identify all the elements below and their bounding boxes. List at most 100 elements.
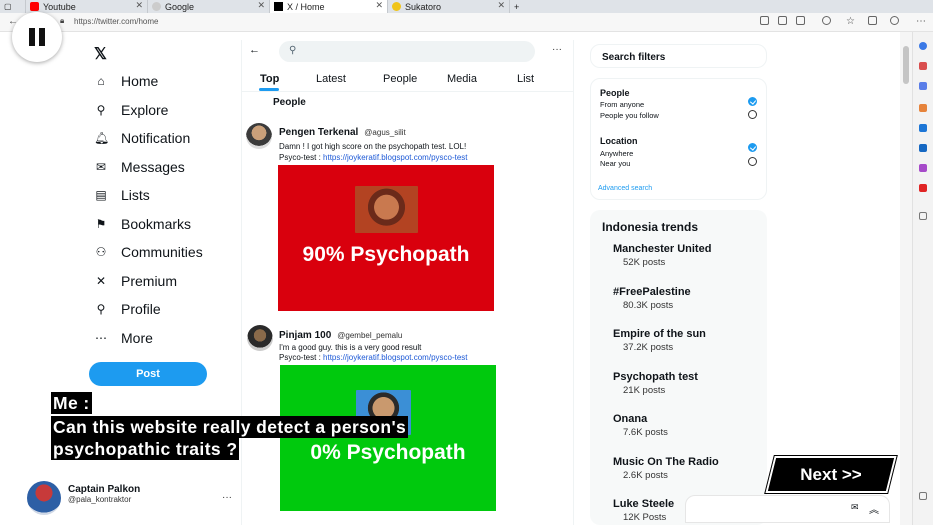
trend-name[interactable]: Empire of the sun — [613, 328, 706, 340]
tab-title: Youtube — [43, 1, 76, 12]
sidebar-item-home[interactable]: ⌂ Home — [94, 71, 158, 91]
radio-people-you-follow[interactable] — [748, 110, 757, 119]
trend-name[interactable]: #FreePalestine — [613, 286, 691, 298]
tweet-media-card[interactable]: 90% Psychopath — [278, 165, 494, 311]
next-button-label: Next >> — [800, 465, 862, 484]
close-icon[interactable]: ✕ — [375, 0, 383, 11]
account-more-icon[interactable]: ··· — [222, 492, 232, 503]
user-handle: @pala_kontraktor — [68, 495, 132, 504]
tweet-link[interactable]: https://joykeratif.blogspot.com/pysco-te… — [323, 353, 468, 362]
plus-icon: + — [514, 1, 520, 12]
sidebar-item-more[interactable]: ⋯ More — [94, 328, 153, 348]
new-tab-button[interactable]: + — [510, 0, 532, 13]
lock-icon[interactable]: 🔒︎ — [60, 16, 64, 26]
browser-sidebar — [912, 32, 933, 525]
tweet-media-card[interactable]: 0% Psychopath — [280, 365, 496, 511]
tab-actions[interactable]: ▢ — [0, 0, 26, 13]
tweet-author[interactable]: Pinjam 100 @gembel_pemalu — [279, 330, 402, 341]
tweet-avatar[interactable] — [247, 325, 273, 351]
filter-option-people-you-follow[interactable]: People you follow — [600, 111, 659, 120]
scrollbar-thumb[interactable] — [903, 46, 909, 84]
tab-list[interactable]: List — [517, 73, 534, 85]
list-icon: ▤ — [95, 188, 107, 202]
filter-option-anywhere[interactable]: Anywhere — [600, 149, 633, 158]
browser-tab-google[interactable]: Google ✕ — [148, 0, 270, 13]
page-scrollbar[interactable] — [900, 32, 912, 525]
messages-drawer[interactable]: ✉ ︽ — [685, 495, 890, 523]
search-input[interactable]: ⚲ — [279, 41, 535, 62]
trend-name[interactable]: Manchester United — [613, 243, 711, 255]
trend-name[interactable]: Onana — [613, 413, 647, 425]
favorites-icon[interactable]: ☆ — [846, 16, 855, 27]
sidebar-settings-icon[interactable] — [919, 492, 927, 500]
next-button[interactable]: Next >> — [764, 455, 898, 494]
tab-media[interactable]: Media — [447, 73, 477, 85]
browser-tab-youtube[interactable]: Youtube ✕ — [26, 0, 148, 13]
tools-icon[interactable] — [919, 82, 927, 90]
search-more-icon[interactable]: ··· — [552, 44, 562, 55]
sidebar-item-premium[interactable]: ✕ Premium — [94, 271, 177, 291]
office-icon[interactable] — [919, 144, 927, 152]
trend-name[interactable]: Music On The Radio — [613, 456, 719, 468]
x-logo-icon[interactable]: 𝕏 — [94, 44, 107, 64]
pause-button[interactable] — [12, 12, 62, 62]
filter-location-title: Location — [600, 136, 638, 146]
reader-icon[interactable] — [760, 16, 769, 25]
filter-option-near-you[interactable]: Near you — [600, 159, 630, 168]
post-button[interactable]: Post — [89, 362, 207, 386]
user-display-name[interactable]: Captain Palkon — [68, 484, 140, 495]
sidebar-item-communities[interactable]: ⚇ Communities — [94, 242, 203, 262]
sidebar-item-lists[interactable]: ▤ Lists — [94, 185, 150, 205]
more-icon[interactable]: ⋯ — [916, 16, 926, 27]
advanced-search-link[interactable]: Advanced search — [598, 185, 652, 192]
close-icon[interactable]: ✕ — [257, 0, 265, 11]
sidebar-item-label: More — [121, 330, 153, 346]
pdf-icon[interactable] — [919, 184, 927, 192]
collections-icon[interactable] — [868, 16, 877, 25]
section-heading-people: People — [273, 97, 306, 108]
tweet-link[interactable]: https://joykeratif.blogspot.com/pysco-te… — [323, 153, 468, 162]
add-icon[interactable] — [919, 212, 927, 220]
close-icon[interactable]: ✕ — [135, 0, 143, 11]
read-aloud-icon[interactable] — [778, 16, 787, 25]
radio-near-you[interactable] — [748, 157, 757, 166]
browser-tab-x-home[interactable]: X / Home ✕ — [270, 0, 388, 13]
apps-icon[interactable] — [796, 16, 805, 25]
extension-icon[interactable] — [822, 16, 831, 25]
games-icon[interactable] — [919, 104, 927, 112]
sidebar-item-bookmarks[interactable]: ⚑ Bookmarks — [94, 214, 191, 234]
sidebar-item-messages[interactable]: ✉ Messages — [94, 157, 185, 177]
search-sidebar-icon[interactable] — [919, 42, 927, 50]
shopping-icon[interactable] — [919, 62, 927, 70]
tweet-author-name[interactable]: Pengen Terkenal — [279, 127, 358, 138]
outlook-icon[interactable] — [919, 124, 927, 132]
tweet-link-line: Psyco-test : https://joykeratif.blogspot… — [279, 352, 468, 363]
address-bar: ← 🔒︎ https://twitter.com/home ☆ ⋯ — [0, 13, 933, 32]
browser-tab-sukatoro[interactable]: Sukatoro ✕ — [388, 0, 510, 13]
designer-icon[interactable] — [919, 164, 927, 172]
radio-from-anyone[interactable] — [748, 97, 757, 106]
tweet-author-name[interactable]: Pinjam 100 — [279, 330, 331, 341]
url-field[interactable]: https://twitter.com/home — [74, 17, 158, 26]
sidebar-item-label: Lists — [121, 187, 150, 203]
profile-avatar-icon[interactable] — [890, 16, 899, 25]
new-message-icon[interactable]: ✉ — [851, 502, 859, 513]
chevron-up-icon[interactable]: ︽ — [869, 501, 879, 516]
tweet-avatar[interactable] — [246, 123, 272, 149]
sidebar-item-explore[interactable]: ⚲ Explore — [94, 100, 169, 120]
tab-top[interactable]: Top — [260, 73, 279, 85]
user-avatar[interactable] — [27, 481, 61, 515]
tweet-author[interactable]: Pengen Terkenal @agus_silit — [279, 127, 406, 138]
close-icon[interactable]: ✕ — [497, 0, 505, 11]
sidebar-item-notification[interactable]: 🔔︎ Notification — [94, 128, 190, 148]
radio-anywhere[interactable] — [748, 143, 757, 152]
tab-latest[interactable]: Latest — [316, 73, 346, 85]
tab-actions-icon: ▢ — [4, 2, 12, 11]
tab-title: X / Home — [287, 1, 325, 12]
tab-people[interactable]: People — [383, 73, 417, 85]
trend-name[interactable]: Psychopath test — [613, 371, 698, 383]
filter-option-from-anyone[interactable]: From anyone — [600, 100, 644, 109]
trend-name[interactable]: Luke Steele — [613, 498, 674, 510]
sidebar-item-profile[interactable]: ⚲ Profile — [94, 299, 161, 319]
back-arrow-icon[interactable]: ← — [249, 44, 260, 56]
